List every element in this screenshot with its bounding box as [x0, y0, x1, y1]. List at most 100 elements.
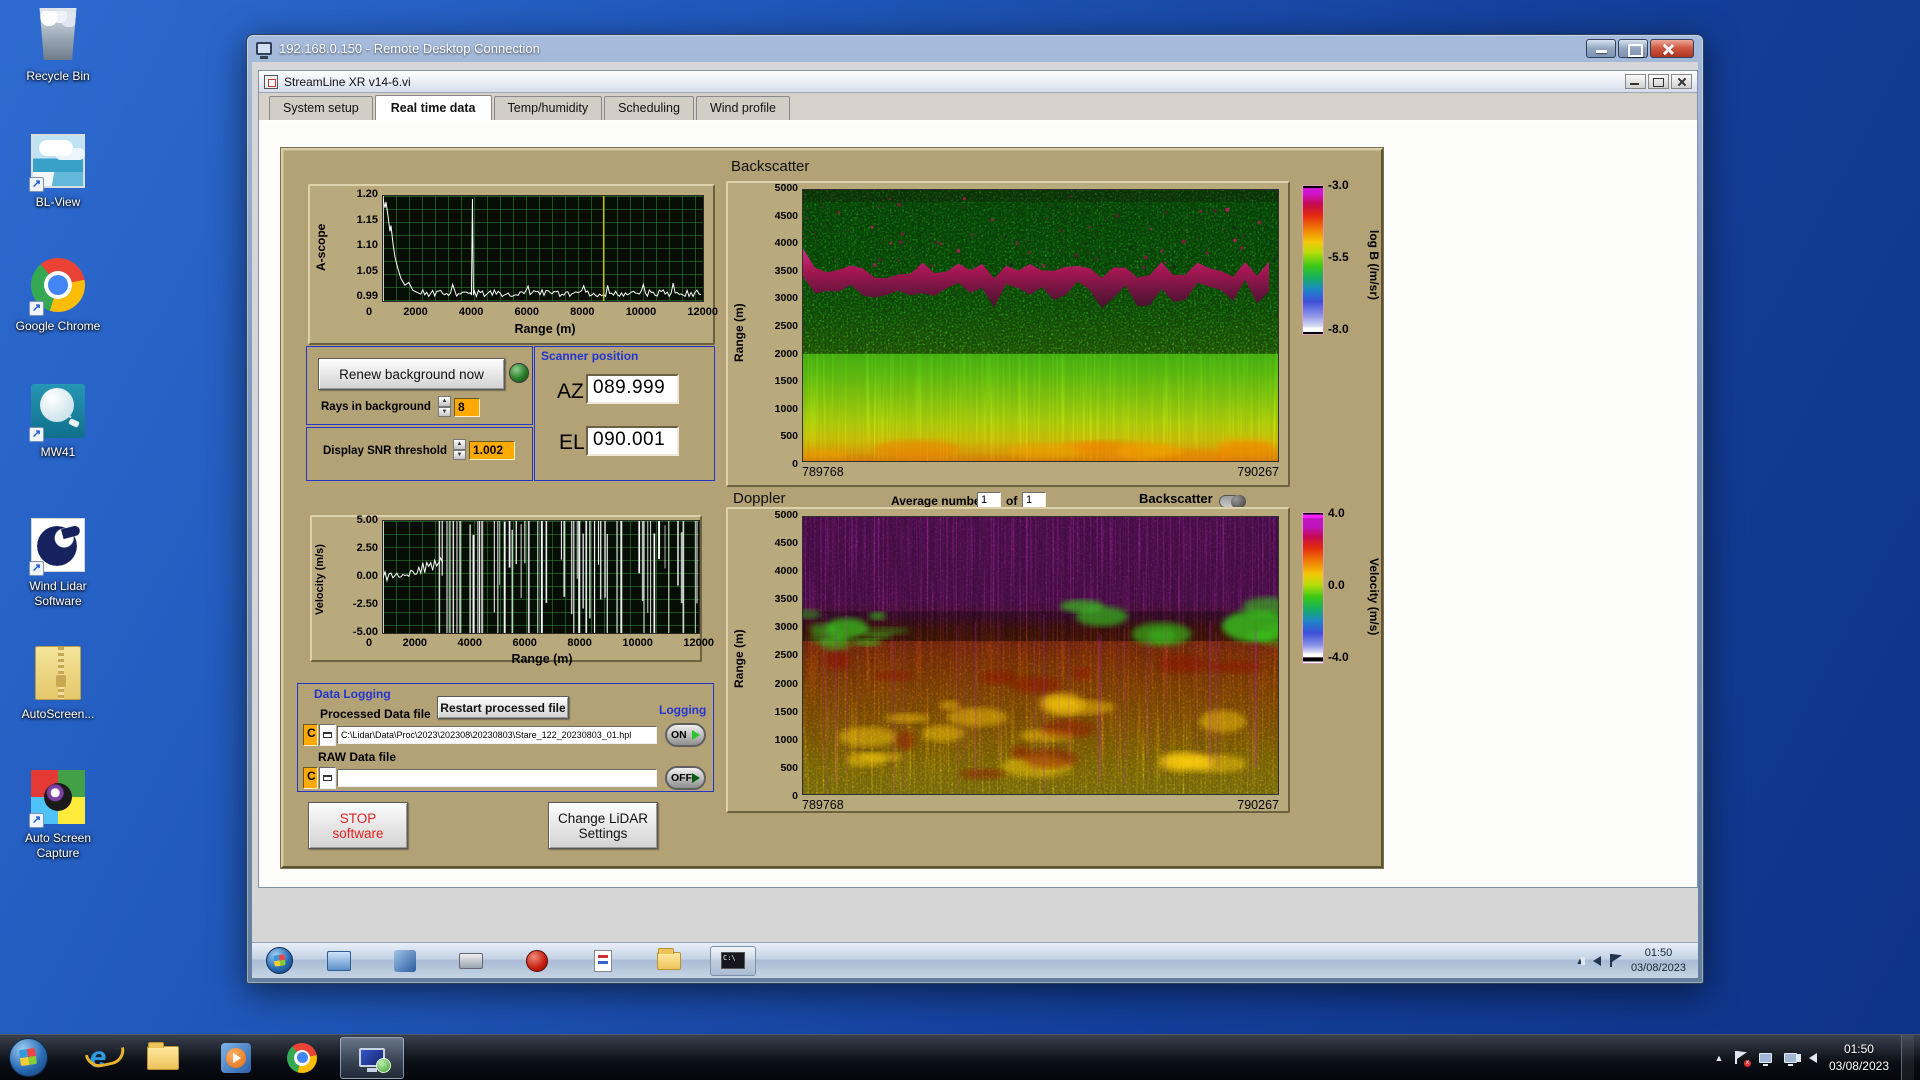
vi-titlebar[interactable]: StreamLine XR v14-6.vi	[259, 71, 1697, 93]
desktop-icon-label: Wind Lidar Software	[29, 579, 87, 608]
data-logging-title: Data Logging	[314, 687, 391, 701]
vi-window-title: StreamLine XR v14-6.vi	[284, 74, 411, 89]
y-tick-label: 1000	[774, 402, 798, 415]
snr-value-field[interactable]: 1.002	[469, 441, 515, 460]
raw-path-field[interactable]	[337, 769, 657, 787]
doppler-title: Doppler	[733, 490, 786, 507]
raw-drive-letter[interactable]: C	[303, 767, 318, 789]
start-button[interactable]	[9, 1038, 48, 1077]
raw-data-file-label: RAW Data file	[318, 750, 397, 764]
remote-taskbar-app-window-icon[interactable]	[324, 947, 354, 975]
tab-wind-profile[interactable]: Wind profile	[695, 96, 790, 120]
taskbar-chrome-icon[interactable]	[285, 1041, 319, 1075]
y-tick-label: 1500	[774, 705, 798, 718]
doppler-time-end: 790267	[1237, 798, 1279, 812]
logging-on-button[interactable]: ON	[665, 723, 706, 747]
desktop-icon-recycle-bin[interactable]: Recycle Bin	[10, 6, 106, 84]
remote-taskbar-cmd-button[interactable]: C:\	[710, 945, 756, 976]
remote-volume-icon[interactable]	[1581, 955, 1602, 966]
velocity-y-ticks: 5.00 2.50 0.00 -2.50 -5.00	[336, 514, 378, 638]
change-lidar-settings-button[interactable]: Change LiDAR Settings	[548, 802, 658, 849]
processed-data-file-label: Processed Data file	[320, 707, 431, 721]
rdp-window-icon	[256, 42, 272, 59]
taskbar-clock[interactable]: 01:50 03/08/2023	[1829, 1041, 1889, 1073]
host-taskbar: e ▲ x 01:50 03/08/2023	[0, 1034, 1920, 1080]
action-center-flag-icon[interactable]: x	[1735, 1051, 1751, 1067]
vi-maximize-button[interactable]	[1648, 74, 1669, 89]
taskbar-media-player-icon[interactable]	[219, 1041, 253, 1075]
backscatter-y-ticks: 5000 4500 4000 3500 3000 2500 2000 1500 1000 500 0	[758, 182, 798, 470]
velocity-x-ticks: 0 2000 4000 6000 8000 10000 12000	[366, 637, 714, 649]
on-arrow-icon	[692, 730, 700, 740]
vi-minimize-button[interactable]	[1625, 74, 1646, 89]
rays-spinner[interactable]: ▲ ▼	[438, 396, 451, 417]
tab-real-time-data[interactable]: Real time data	[374, 95, 492, 121]
system-tray: ▲ x 01:50 03/08/2023	[1715, 1034, 1920, 1080]
minimize-button[interactable]	[1586, 39, 1616, 58]
remote-desktop-area: StreamLine XR v14-6.vi System setup Real…	[252, 62, 1698, 978]
rdp-titlebar[interactable]: 192.168.0.150 - Remote Desktop Connectio…	[247, 35, 1703, 62]
remote-network-icon[interactable]	[1610, 954, 1622, 967]
taskbar-rdp-active-button[interactable]	[340, 1036, 404, 1079]
processed-path-field[interactable]: C:\Lidar\Data\Proc\2023\202308\20230803\…	[337, 726, 657, 744]
vi-icon	[264, 74, 278, 89]
remote-taskbar-app-gray-icon[interactable]	[456, 947, 486, 975]
remote-taskbar-power-icon[interactable]	[522, 947, 552, 975]
velocity-x-axis-label: Range (m)	[511, 652, 573, 666]
doppler-graph: Range (m) 5000 4500 4000 3500 3000 2500 2000 15…	[726, 507, 1290, 813]
desktop-icon-autoscreen-zip[interactable]: AutoScreen...	[10, 646, 106, 722]
shortcut-arrow-icon: ↗	[29, 301, 44, 316]
vi-close-button[interactable]	[1671, 74, 1692, 89]
raw-browse-icon[interactable]	[319, 767, 336, 789]
close-button[interactable]	[1650, 39, 1694, 58]
y-tick-label: 2500	[774, 649, 798, 662]
tray-display-icon[interactable]	[1758, 1052, 1772, 1066]
remote-clock[interactable]: 01:50 03/08/2023	[1631, 946, 1686, 975]
remote-taskbar: C:\ ▲ 01:50 03/08/2023	[252, 942, 1698, 978]
wind-lidar-icon: ↗	[29, 518, 87, 576]
tab-scheduling[interactable]: Scheduling	[604, 96, 694, 120]
processed-drive-letter[interactable]: C	[303, 724, 318, 746]
az-value-field[interactable]: 089.999	[586, 374, 679, 404]
x-tick-label: 2000	[403, 306, 428, 318]
tray-chevron-icon[interactable]: ▲	[1715, 1053, 1724, 1063]
el-value-field[interactable]: 090.001	[586, 426, 679, 456]
maximize-button[interactable]	[1618, 39, 1648, 58]
taskbar-internet-explorer-icon[interactable]: e	[81, 1041, 115, 1075]
taskbar-explorer-icon[interactable]	[146, 1041, 180, 1075]
remote-clock-date: 03/08/2023	[1630, 961, 1686, 974]
remote-start-button[interactable]	[266, 947, 293, 974]
remote-system-tray: ▲ 01:50 03/08/2023	[1576, 946, 1698, 975]
restart-processed-file-button[interactable]: Restart processed file	[437, 696, 569, 719]
y-tick-label: 1.05	[356, 264, 378, 277]
backscatter-toggle-label: Backscatter	[1139, 491, 1213, 506]
desktop-icon-google-chrome[interactable]: ↗ Google Chrome	[10, 258, 106, 334]
backscatter-title: Backscatter	[731, 158, 810, 175]
logging-off-button[interactable]: OFF	[665, 766, 706, 790]
tray-network-icon[interactable]	[1783, 1052, 1797, 1066]
desktop-icon-wind-lidar[interactable]: ↗ Wind Lidar Software	[10, 518, 106, 609]
doppler-colorbar-ticks: 4.0 0.0 -4.0	[1328, 506, 1349, 664]
stop-software-button[interactable]: STOP software	[308, 802, 408, 849]
processed-browse-icon[interactable]	[319, 724, 336, 746]
snr-spinner[interactable]: ▲ ▼	[453, 439, 466, 460]
desktop-icon-auto-screen-capture[interactable]: ↗ Auto Screen Capture	[10, 770, 106, 861]
desktop-icon-bl-view[interactable]: ↗ BL-View	[10, 134, 106, 210]
tab-system-setup[interactable]: System setup	[269, 96, 373, 120]
tab-temp-humidity[interactable]: Temp/humidity	[493, 96, 603, 120]
data-logging-box: Data Logging Processed Data file Restart…	[297, 683, 714, 792]
doppler-plot-area	[802, 516, 1279, 795]
rays-value-field[interactable]: 8	[454, 398, 480, 417]
doppler-y-axis-label: Range (m)	[732, 629, 746, 689]
y-tick-label: 1.10	[356, 239, 378, 251]
renew-background-button[interactable]: Renew background now	[318, 358, 505, 390]
remote-taskbar-app-blue-icon[interactable]	[390, 947, 420, 975]
tray-volume-icon[interactable]	[1796, 1052, 1817, 1063]
show-desktop-button[interactable]	[1901, 1034, 1914, 1080]
desktop-icon-mw41[interactable]: ↗ MW41	[10, 384, 106, 460]
backscatter-colorbar-label: log B (/m/sr)	[1367, 229, 1381, 300]
remote-taskbar-vi-file-icon[interactable]	[588, 947, 618, 975]
remote-taskbar-folder-icon[interactable]	[654, 947, 684, 975]
velocity-plot-area	[382, 520, 700, 634]
auto-screen-capture-icon: ↗	[29, 770, 87, 828]
